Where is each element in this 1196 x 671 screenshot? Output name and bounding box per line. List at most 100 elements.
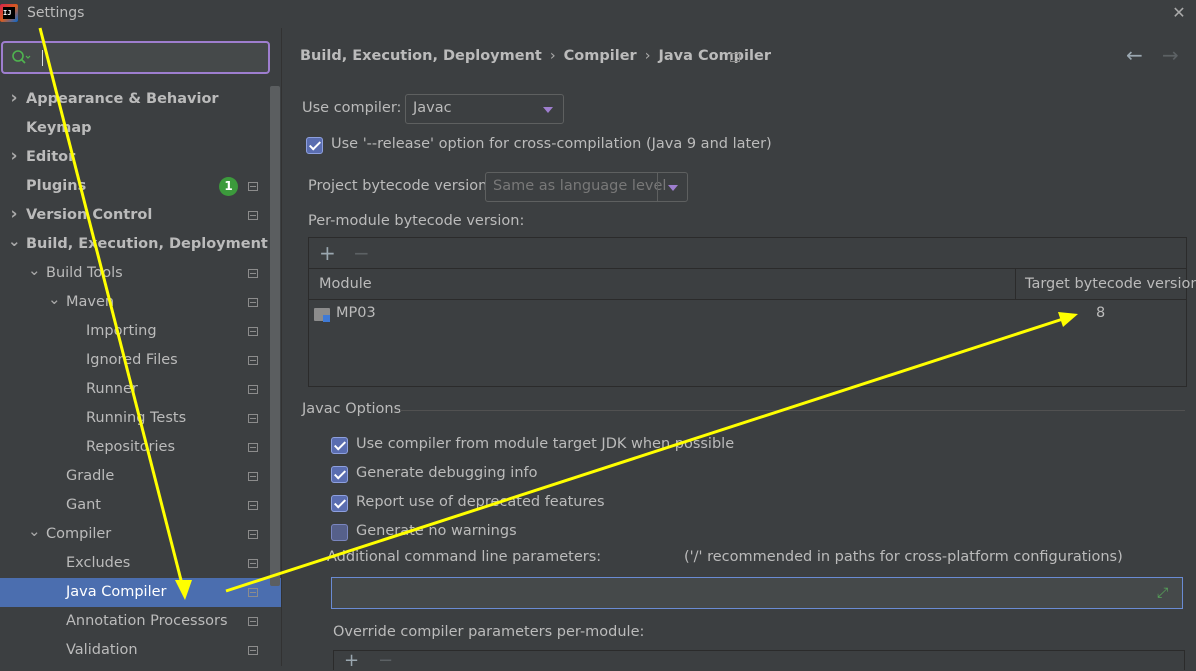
- sidebar-item-excludes[interactable]: Excludes: [0, 549, 268, 578]
- project-scope-icon: [248, 385, 258, 394]
- project-scope-icon: [248, 530, 258, 539]
- column-divider[interactable]: [1015, 269, 1016, 299]
- back-arrow-icon[interactable]: ←: [1126, 44, 1150, 66]
- section-divider: [400, 410, 1185, 411]
- javac-options-heading: Javac Options: [302, 401, 402, 417]
- chevron-down-icon[interactable]: ⌄: [8, 230, 21, 259]
- module-folder-icon: [314, 308, 330, 322]
- debugging-info-checkbox[interactable]: [331, 466, 348, 483]
- forward-arrow-icon[interactable]: →: [1162, 44, 1186, 66]
- sidebar-item-repositories[interactable]: Repositories: [0, 433, 268, 462]
- sidebar-scrollbar[interactable]: [270, 86, 280, 586]
- deprecated-features-checkbox[interactable]: [331, 495, 348, 512]
- column-header-module[interactable]: Module: [319, 276, 372, 292]
- sidebar-item-build-tools[interactable]: ⌄ Build Tools: [0, 259, 268, 288]
- project-scope-icon: [248, 182, 258, 191]
- breadcrumb-item: Java Compiler: [658, 48, 771, 64]
- chevron-right-icon[interactable]: ›: [8, 85, 20, 114]
- sidebar-item-annotation-processors[interactable]: Annotation Processors: [0, 607, 268, 636]
- sidebar-item-label: Excludes: [66, 555, 131, 571]
- search-icon[interactable]: [11, 49, 31, 67]
- project-scope-icon: [248, 617, 258, 626]
- dropdown-button[interactable]: [657, 173, 688, 201]
- breadcrumb-item[interactable]: Compiler: [564, 48, 637, 64]
- chevron-right-icon[interactable]: ›: [8, 201, 20, 230]
- compiler-dropdown[interactable]: Javac: [405, 94, 564, 124]
- project-scope-icon: [248, 414, 258, 423]
- sidebar-item-ignored-files[interactable]: Ignored Files: [0, 346, 268, 375]
- project-bytecode-dropdown[interactable]: Same as language level: [485, 172, 688, 202]
- settings-sidebar: › Appearance & Behavior Keymap › Editor Plugi…: [0, 28, 281, 666]
- sidebar-item-label: Validation: [66, 642, 138, 658]
- sidebar-item-label: Importing: [86, 323, 157, 339]
- sidebar-item-build-execution-deployment[interactable]: ⌄ Build, Execution, Deployment: [0, 230, 268, 259]
- sidebar-item-label: Runner: [86, 381, 138, 397]
- sidebar-item-compiler[interactable]: ⌄ Compiler: [0, 520, 268, 549]
- use-module-jdk-checkbox[interactable]: [331, 437, 348, 454]
- sidebar-item-version-control[interactable]: › Version Control: [0, 201, 268, 230]
- table-row-target-version[interactable]: 8: [1096, 305, 1105, 321]
- debugging-info-label[interactable]: Generate debugging info: [356, 465, 537, 481]
- sidebar-item-label: Build Tools: [46, 265, 123, 281]
- sidebar-item-validation[interactable]: Validation: [0, 636, 268, 665]
- sidebar-item-label: Gradle: [66, 468, 115, 484]
- table-header: Module Target bytecode version: [309, 269, 1196, 300]
- expand-icon[interactable]: ⤢: [1157, 585, 1173, 601]
- add-icon[interactable]: +: [319, 241, 336, 265]
- release-option-label[interactable]: Use '--release' option for cross-compila…: [331, 136, 772, 152]
- column-header-target-version[interactable]: Target bytecode version: [1025, 276, 1196, 292]
- sidebar-item-label: Java Compiler: [66, 584, 167, 600]
- remove-icon[interactable]: −: [353, 241, 370, 265]
- no-warnings-checkbox[interactable]: [331, 524, 348, 541]
- release-option-checkbox[interactable]: [306, 137, 323, 154]
- project-scope-icon: [248, 327, 258, 336]
- sidebar-item-maven[interactable]: ⌄ Maven: [0, 288, 268, 317]
- sidebar-item-gradle[interactable]: Gradle: [0, 462, 268, 491]
- project-scope-icon: [248, 559, 258, 568]
- project-scope-icon: [248, 501, 258, 510]
- title-bar: IJ Settings ✕: [0, 0, 1196, 28]
- sidebar-item-label: Appearance & Behavior: [26, 91, 219, 107]
- sidebar-item-label: Ignored Files: [86, 352, 178, 368]
- project-scope-icon: [248, 472, 258, 481]
- sidebar-item-keymap[interactable]: Keymap: [0, 114, 268, 143]
- deprecated-features-label[interactable]: Report use of deprecated features: [356, 494, 605, 510]
- override-params-label: Override compiler parameters per-module:: [333, 624, 645, 640]
- chevron-down-icon[interactable]: ⌄: [28, 259, 41, 288]
- add-icon[interactable]: +: [344, 652, 359, 670]
- sidebar-item-label: Version Control: [26, 207, 153, 223]
- close-icon[interactable]: ✕: [1168, 2, 1190, 24]
- breadcrumb-separator: ›: [549, 48, 556, 64]
- breadcrumb-item[interactable]: Build, Execution, Deployment: [300, 48, 542, 64]
- use-compiler-label: Use compiler:: [302, 100, 402, 116]
- chevron-down-icon[interactable]: ⌄: [28, 520, 41, 549]
- sidebar-item-runner[interactable]: Runner: [0, 375, 268, 404]
- sidebar-item-java-compiler[interactable]: Java Compiler: [0, 578, 281, 607]
- project-scope-icon: [248, 298, 258, 307]
- additional-params-input[interactable]: ⤢: [331, 577, 1183, 609]
- sidebar-item-running-tests[interactable]: Running Tests: [0, 404, 268, 433]
- app-icon-text: IJ: [3, 7, 15, 19]
- sidebar-item-gant[interactable]: Gant: [0, 491, 268, 520]
- chevron-down-icon: [543, 107, 553, 113]
- java-compiler-panel: Build, Execution, Deployment › Compiler › Ja…: [282, 28, 1196, 670]
- search-input[interactable]: [1, 41, 270, 74]
- remove-icon[interactable]: −: [378, 652, 393, 670]
- no-warnings-label[interactable]: Generate no warnings: [356, 523, 517, 539]
- sidebar-item-label: Maven: [66, 294, 115, 310]
- sidebar-item-plugins[interactable]: Plugins 1: [0, 172, 268, 201]
- table-row-module[interactable]: MP03: [336, 305, 376, 321]
- sidebar-item-editor[interactable]: › Editor: [0, 143, 268, 172]
- sidebar-item-appearance-behavior[interactable]: › Appearance & Behavior: [0, 85, 268, 114]
- chevron-right-icon[interactable]: ›: [8, 143, 20, 172]
- override-table-toolbar: + −: [333, 650, 1185, 670]
- project-scope-icon: [248, 646, 258, 655]
- use-module-jdk-label[interactable]: Use compiler from module target JDK when…: [356, 436, 734, 452]
- sidebar-item-importing[interactable]: Importing: [0, 317, 268, 346]
- sidebar-item-label: Repositories: [86, 439, 176, 455]
- window-title: Settings: [27, 5, 85, 21]
- project-bytecode-value: Same as language level: [493, 178, 667, 194]
- intellij-app-icon: IJ: [0, 4, 18, 22]
- project-scope-icon: [248, 269, 258, 278]
- chevron-down-icon[interactable]: ⌄: [48, 288, 61, 317]
